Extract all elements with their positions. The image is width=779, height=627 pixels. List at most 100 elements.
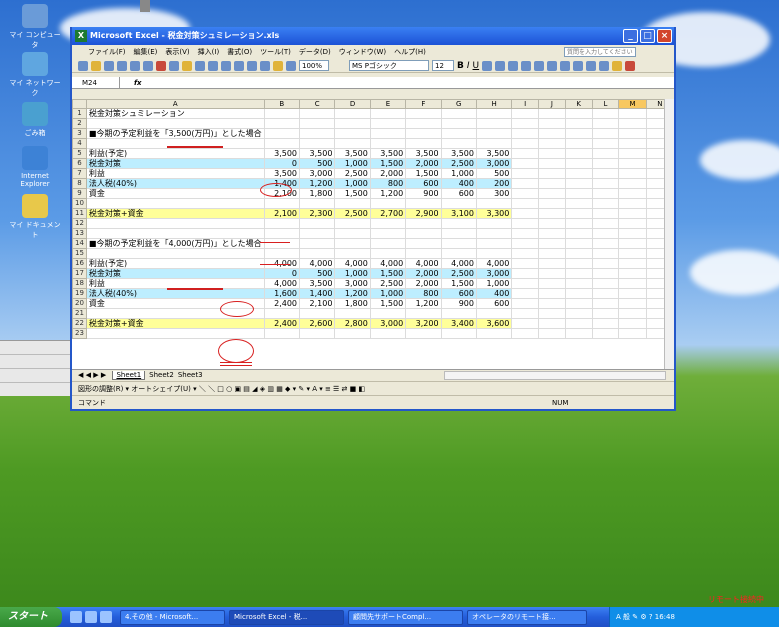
cell[interactable]: 600 — [440, 188, 477, 199]
cell[interactable]: 3,100 — [440, 208, 477, 219]
cell-label[interactable]: 税金対策シュミレーション — [85, 108, 265, 119]
cell[interactable] — [475, 248, 513, 259]
cell[interactable] — [369, 118, 407, 129]
cell[interactable] — [334, 238, 371, 249]
desktop-icon[interactable]: ごみ箱 — [6, 102, 64, 138]
row-header[interactable]: 15 — [72, 248, 87, 259]
align-left-icon[interactable] — [482, 60, 493, 71]
desktop-icon[interactable]: Internet Explorer — [6, 146, 64, 188]
cell[interactable] — [334, 308, 371, 319]
cell[interactable] — [591, 318, 620, 329]
column-header[interactable]: B — [263, 99, 301, 109]
cell[interactable] — [263, 118, 301, 129]
cell[interactable] — [564, 128, 593, 139]
cell[interactable] — [564, 238, 593, 249]
desktop-icon[interactable]: マイ ドキュメント — [6, 194, 64, 240]
cell[interactable]: 4,000 — [475, 258, 513, 269]
cell[interactable]: 2,700 — [369, 208, 407, 219]
column-header[interactable]: M — [618, 99, 647, 109]
tab-scroll-arrows[interactable]: ◀ ◀ ▶ ▶ — [78, 371, 106, 379]
cell[interactable]: 1,400 — [299, 288, 336, 299]
cell-label[interactable] — [85, 118, 265, 129]
cell-label[interactable] — [85, 328, 265, 339]
cell[interactable]: 3,600 — [475, 318, 513, 329]
cell-label[interactable] — [85, 248, 265, 259]
cell-label[interactable]: 税金対策+資金 — [85, 208, 265, 219]
cell[interactable] — [299, 328, 336, 339]
cell[interactable]: 3,200 — [405, 318, 442, 329]
cell[interactable] — [564, 308, 593, 319]
row-header[interactable]: 10 — [72, 198, 87, 209]
cell[interactable] — [405, 228, 442, 239]
decimal-icon[interactable] — [573, 60, 584, 71]
save-icon[interactable] — [104, 60, 114, 71]
cell[interactable] — [618, 278, 647, 289]
cell[interactable]: 2,000 — [405, 268, 442, 279]
cell[interactable] — [538, 118, 566, 129]
cell[interactable] — [475, 328, 513, 339]
cell[interactable] — [440, 138, 477, 149]
cell[interactable] — [511, 178, 540, 189]
cell[interactable]: 4,000 — [263, 278, 301, 289]
cell[interactable] — [299, 118, 336, 129]
cell[interactable]: 3,500 — [369, 148, 407, 159]
cell[interactable]: 200 — [475, 178, 513, 189]
cell[interactable] — [511, 258, 540, 269]
cell[interactable] — [591, 208, 620, 219]
font-size-select[interactable]: 12 — [432, 60, 454, 71]
cell[interactable] — [591, 198, 620, 209]
cell[interactable]: 1,200 — [369, 188, 407, 199]
cell[interactable]: 1,500 — [405, 168, 442, 179]
cell[interactable]: 3,500 — [405, 148, 442, 159]
cell[interactable]: 1,000 — [440, 168, 477, 179]
currency-icon[interactable] — [534, 60, 545, 71]
cell[interactable] — [591, 108, 620, 119]
redo-icon[interactable] — [208, 60, 218, 71]
cell[interactable] — [538, 258, 566, 269]
system-tray[interactable]: A 般 ✎ ⚙ ? 16:48 — [609, 607, 779, 627]
column-header[interactable]: F — [405, 99, 442, 109]
cell[interactable]: 3,500 — [263, 148, 301, 159]
cell[interactable] — [591, 218, 620, 229]
vertical-scrollbar[interactable] — [664, 99, 674, 369]
cell[interactable] — [538, 158, 566, 169]
cell[interactable]: 2,900 — [405, 208, 442, 219]
cell[interactable] — [511, 248, 540, 259]
select-all-corner[interactable] — [72, 99, 87, 109]
cell[interactable] — [564, 228, 593, 239]
cell[interactable] — [334, 128, 371, 139]
cell[interactable]: 2,100 — [299, 298, 336, 309]
sheet-tab[interactable]: Sheet1 — [112, 371, 146, 380]
cell[interactable] — [369, 138, 407, 149]
cell[interactable] — [618, 178, 647, 189]
cell[interactable]: 1,500 — [369, 268, 407, 279]
column-header[interactable]: K — [564, 99, 593, 109]
cell[interactable] — [538, 208, 566, 219]
cell[interactable] — [591, 268, 620, 279]
bold-icon[interactable]: B — [457, 61, 464, 71]
cell[interactable] — [299, 248, 336, 259]
cell[interactable]: 3,500 — [263, 168, 301, 179]
cell[interactable] — [591, 298, 620, 309]
cell[interactable] — [618, 228, 647, 239]
cell[interactable] — [591, 238, 620, 249]
cell[interactable] — [618, 268, 647, 279]
cell[interactable]: 2,400 — [263, 298, 301, 309]
row-header[interactable]: 17 — [72, 268, 87, 279]
cell[interactable]: 900 — [440, 298, 477, 309]
cell[interactable] — [564, 258, 593, 269]
row-header[interactable]: 19 — [72, 288, 87, 299]
cell[interactable] — [591, 138, 620, 149]
paste-icon[interactable] — [182, 60, 192, 71]
cell[interactable] — [475, 198, 513, 209]
cell[interactable]: 3,300 — [475, 208, 513, 219]
cell[interactable] — [475, 128, 513, 139]
cell[interactable] — [538, 288, 566, 299]
cell[interactable] — [511, 288, 540, 299]
minimize-button[interactable]: _ — [623, 29, 638, 43]
menu-item[interactable]: 編集(E) — [134, 48, 158, 56]
cell[interactable]: 1,000 — [334, 268, 371, 279]
spreadsheet-grid[interactable]: ABCDEFGHIJKLMN 1 税金対策シュミレーション 2 3 ■今期の予定利益を「… — [72, 99, 674, 369]
menu-item[interactable]: 書式(O) — [227, 48, 252, 56]
column-header[interactable]: J — [538, 99, 566, 109]
